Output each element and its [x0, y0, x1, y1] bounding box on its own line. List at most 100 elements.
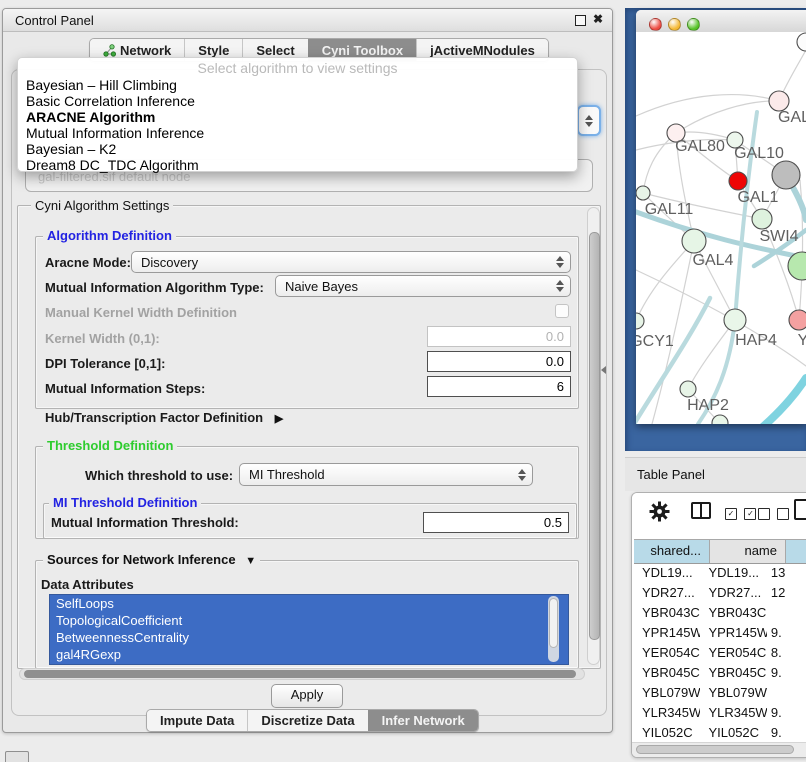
data-attribute-item[interactable]: gal4RGexp — [50, 646, 568, 663]
network-node[interactable] — [636, 313, 644, 329]
apply-button[interactable]: Apply — [271, 684, 343, 708]
table-cell[interactable]: YDL19... — [634, 563, 700, 583]
maximize-light[interactable] — [687, 18, 700, 31]
close-icon[interactable]: ✖ — [593, 12, 603, 26]
column-header-cut[interactable] — [786, 540, 806, 563]
network-node[interactable] — [729, 172, 747, 190]
algorithm-option-mutual-information-inference[interactable]: Mutual Information Inference — [18, 125, 577, 141]
tab-discretize-data[interactable]: Discretize Data — [247, 710, 367, 731]
table-row[interactable]: YPR145WYPR145W9. — [634, 623, 806, 643]
column-header-name[interactable]: name — [710, 540, 786, 563]
table-horizontal-scrollbar[interactable] — [632, 742, 806, 757]
data-attribute-item[interactable]: SelfLoops — [50, 595, 568, 612]
table-cell[interactable]: YDL19... — [700, 563, 766, 583]
table-cell[interactable]: 13 — [767, 563, 806, 583]
bottom-left-widget[interactable] — [5, 751, 29, 762]
table-row[interactable]: YBR045CYBR045C9. — [634, 663, 806, 683]
table-cell[interactable]: YER054C — [700, 643, 766, 663]
table-cell[interactable]: YBR045C — [700, 663, 766, 683]
network-window-titlebar[interactable] — [636, 10, 806, 33]
network-node[interactable] — [789, 310, 806, 330]
table-cell[interactable] — [767, 603, 806, 623]
table-cell[interactable]: 12 — [767, 583, 806, 603]
checked-checkboxes-icon[interactable]: ✓ ✓ — [725, 505, 756, 523]
kernel-width-field[interactable] — [427, 326, 571, 347]
network-node[interactable] — [712, 415, 728, 424]
list-scrollbar[interactable] — [548, 596, 559, 662]
table-cell[interactable]: YIL052C — [700, 723, 766, 743]
control-panel-titlebar[interactable]: Control Panel ✖ — [3, 9, 612, 32]
close-light[interactable] — [649, 18, 662, 31]
algorithm-option-basic-correlation-inference[interactable]: Basic Correlation Inference — [18, 93, 577, 109]
table-cell[interactable]: 8. — [767, 643, 806, 663]
splitter-collapse-arrow[interactable] — [601, 366, 606, 374]
tab-impute-data[interactable]: Impute Data — [147, 710, 247, 731]
table-row[interactable]: YIL052CYIL052C9. — [634, 723, 806, 743]
document-icon[interactable] — [794, 499, 806, 520]
list-scrollbar-thumb[interactable] — [549, 598, 558, 648]
table-cell[interactable]: YPR145W — [634, 623, 700, 643]
table-cell[interactable]: YBR043C — [700, 603, 766, 623]
table-row[interactable]: YLR345WYLR345W9. — [634, 703, 806, 723]
table-cell[interactable]: 9. — [767, 623, 806, 643]
algorithm-option-bayesian-hill-climbing[interactable]: Bayesian – Hill Climbing — [18, 77, 577, 93]
column-header-shared[interactable]: shared... — [634, 540, 710, 563]
dpi-tolerance-field[interactable] — [427, 351, 571, 372]
table-row[interactable]: YBL079WYBL079W — [634, 683, 806, 703]
settings-vertical-scrollbar[interactable] — [587, 207, 600, 665]
table-cell[interactable]: 9. — [767, 703, 806, 723]
algorithm-option-dream8-dc-tdc-algorithm[interactable]: Dream8 DC_TDC Algorithm — [18, 157, 577, 173]
network-node[interactable] — [772, 161, 800, 189]
network-node[interactable] — [797, 33, 806, 51]
data-attribute-item[interactable]: TopologicalCoefficient — [50, 612, 568, 629]
network-node[interactable] — [680, 381, 696, 397]
mi-threshold-field[interactable] — [423, 512, 569, 533]
data-attribute-item[interactable]: BetweennessCentrality — [50, 629, 568, 646]
table-cell[interactable]: YIL052C — [634, 723, 700, 743]
settings-horizontal-scrollbar[interactable] — [19, 668, 585, 680]
sources-group-title[interactable]: Sources for Network Inference ▼ — [43, 553, 260, 568]
settings-vertical-thumb[interactable] — [589, 232, 600, 640]
float-window-icon[interactable] — [575, 15, 586, 26]
network-node[interactable] — [636, 186, 650, 200]
network-node[interactable] — [724, 309, 746, 331]
minimize-light[interactable] — [668, 18, 681, 31]
network-node[interactable] — [682, 229, 706, 253]
table-cell[interactable]: YER054C — [634, 643, 700, 663]
table-cell[interactable]: YBL079W — [700, 683, 766, 703]
algorithm-option-bayesian-k2[interactable]: Bayesian – K2 — [18, 141, 577, 157]
table-cell[interactable]: YLR345W — [700, 703, 766, 723]
gear-icon[interactable] — [649, 501, 670, 522]
table-cell[interactable]: 9. — [767, 723, 806, 743]
combo-stepper-focused[interactable] — [577, 105, 601, 136]
algorithm-option-aracne-algorithm[interactable]: ARACNE Algorithm — [18, 109, 577, 125]
show-columns-icon[interactable] — [691, 502, 711, 519]
data-attributes-list[interactable]: SelfLoopsTopologicalCoefficientBetweenne… — [49, 594, 569, 665]
which-threshold-combo[interactable]: MI Threshold — [239, 463, 533, 486]
table-cell[interactable]: YDR27... — [700, 583, 766, 603]
table-row[interactable]: YDR27...YDR27...12 — [634, 583, 806, 603]
unchecked-checkboxes-icon[interactable] — [758, 505, 789, 523]
network-node[interactable] — [752, 209, 772, 229]
network-canvas[interactable]: GALGAL80GAL10GAL1GAL11SWI4GAL4GCY1HAP4YH… — [636, 32, 806, 424]
aracne-mode-combo[interactable]: Discovery — [131, 251, 571, 273]
table-row[interactable]: YBR043CYBR043C — [634, 603, 806, 623]
table-cell[interactable]: YDR27... — [634, 583, 700, 603]
tab-infer-network[interactable]: Infer Network — [368, 710, 478, 731]
table-cell[interactable]: YLR345W — [634, 703, 700, 723]
manual-kernel-width-checkbox[interactable] — [555, 304, 569, 318]
table-cell[interactable]: YBR043C — [634, 603, 700, 623]
table-row[interactable]: YER054CYER054C8. — [634, 643, 806, 663]
table-cell[interactable] — [767, 683, 806, 703]
table-cell[interactable]: YBL079W — [634, 683, 700, 703]
table-horizontal-thumb[interactable] — [636, 745, 794, 754]
network-node[interactable] — [769, 91, 789, 111]
table-cell[interactable]: YPR145W — [700, 623, 766, 643]
table-cell[interactable]: 9. — [767, 663, 806, 683]
settings-horizontal-thumb[interactable] — [24, 670, 576, 678]
mi-algorithm-type-combo[interactable]: Naive Bayes — [275, 275, 571, 297]
mi-steps-field[interactable] — [427, 376, 571, 397]
table-cell[interactable]: YBR045C — [634, 663, 700, 683]
table-row[interactable]: YDL19...YDL19...13 — [634, 563, 806, 583]
hub-definition-expander[interactable]: Hub/Transcription Factor Definition ▶ — [45, 410, 283, 425]
